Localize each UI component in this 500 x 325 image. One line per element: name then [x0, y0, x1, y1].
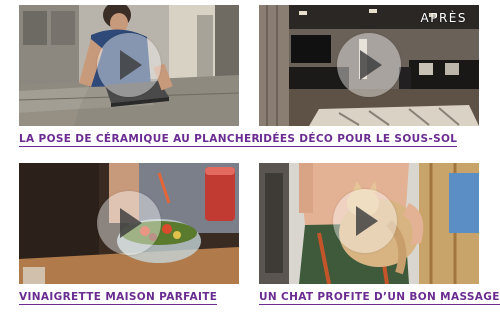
video-card-chat: UN CHAT PROFITE D’UN BON MASSAGE: [259, 163, 500, 305]
video-thumbnail-ceramique[interactable]: [19, 5, 239, 126]
video-title-link[interactable]: IDÉES DÉCO POUR LE SOUS-SOL: [259, 133, 458, 147]
play-button[interactable]: [337, 33, 401, 97]
video-thumbnail-sous-sol[interactable]: APRÈS: [259, 5, 479, 126]
video-title-link[interactable]: LA POSE DE CÉRAMIQUE AU PLANCHER: [19, 133, 260, 147]
video-card-ceramique: LA POSE DE CÉRAMIQUE AU PLANCHER: [19, 5, 260, 147]
play-icon: [356, 206, 378, 236]
play-icon: [360, 50, 382, 80]
video-thumbnail-chat[interactable]: [259, 163, 479, 284]
video-thumbnail-vinaigrette[interactable]: [19, 163, 239, 284]
play-icon: [120, 50, 142, 80]
video-title-link[interactable]: VINAIGRETTE MAISON PARFAITE: [19, 291, 218, 305]
play-button[interactable]: [97, 191, 161, 255]
video-title-link[interactable]: UN CHAT PROFITE D’UN BON MASSAGE: [259, 291, 500, 305]
video-card-vinaigrette: VINAIGRETTE MAISON PARFAITE: [19, 163, 239, 305]
overlay-label: APRÈS: [420, 11, 467, 25]
play-button[interactable]: [97, 33, 161, 97]
video-card-sous-sol: APRÈS IDÉES DÉCO POUR LE SOUS-SOL: [259, 5, 479, 147]
play-icon: [120, 208, 142, 238]
play-button[interactable]: [333, 189, 397, 253]
